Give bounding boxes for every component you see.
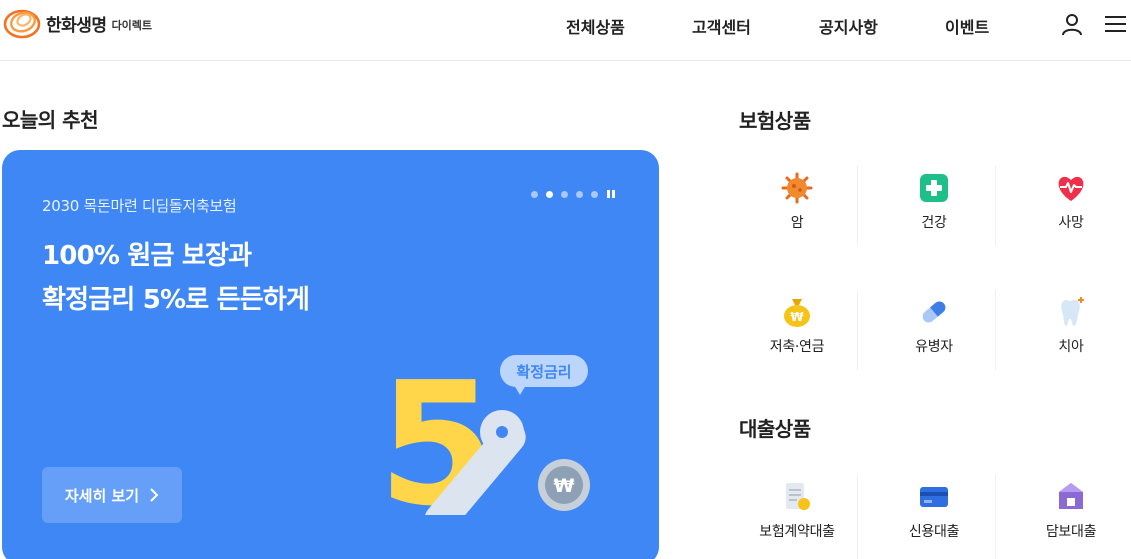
carousel-dot[interactable]: [561, 190, 568, 198]
loan-credit[interactable]: 신용대출: [872, 481, 996, 541]
document-coin-icon: [786, 483, 810, 510]
product-label: 유병자: [915, 339, 953, 355]
carousel-dot[interactable]: [591, 190, 598, 198]
promo-5-percent-illustration: 확정금리 5 ₩: [382, 346, 590, 515]
product-savings-pension[interactable]: ₩ 저축·연금: [735, 296, 859, 356]
house-icon: [1059, 483, 1083, 509]
chevron-right-icon: [150, 488, 159, 502]
loan-collateral[interactable]: 담보대출: [1009, 481, 1131, 541]
nav-customer-center[interactable]: 고객센터: [692, 14, 751, 38]
product-label: 신용대출: [908, 524, 960, 540]
product-label: 담보대출: [1045, 524, 1097, 540]
view-details-label: 자세히 보기: [64, 486, 140, 505]
product-label: 사망: [1058, 215, 1084, 231]
brand-logo[interactable]: 한화생명 다이렉트: [2, 5, 152, 41]
product-cancer[interactable]: 암: [735, 172, 859, 232]
rate-bubble-label: 확정금리: [516, 363, 571, 381]
hanwha-logo-icon: [3, 9, 41, 39]
product-label: 보험계약대출: [759, 524, 835, 540]
money-bag-icon: ₩: [784, 299, 810, 327]
view-details-button[interactable]: 자세히 보기: [42, 467, 182, 523]
logo-name: 한화생명: [46, 15, 107, 36]
product-health[interactable]: 건강: [872, 172, 996, 232]
insurance-title: 보험상품: [739, 109, 811, 133]
logo-subtitle: 다이렉트: [111, 19, 153, 32]
product-dental[interactable]: 치아: [1009, 296, 1131, 356]
product-label: 치아: [1058, 339, 1084, 355]
user-icon[interactable]: [1060, 12, 1084, 36]
svg-text:₩: ₩: [790, 310, 804, 324]
recommend-title: 오늘의 추천: [2, 108, 98, 132]
product-label: 건강: [921, 215, 947, 231]
banner-subtitle: 2030 목돈마련 디딤돌저축보험: [42, 197, 237, 215]
promo-banner[interactable]: 2030 목돈마련 디딤돌저축보험 100% 원금 보장과 확정금리 5%로 든…: [2, 150, 659, 559]
banner-headline: 100% 원금 보장과 확정금리 5%로 든든하게: [42, 241, 310, 315]
carousel-dot[interactable]: [576, 190, 583, 198]
medical-cross-icon: [920, 174, 948, 202]
loan-title: 대출상품: [739, 417, 811, 441]
product-label: 저축·연금: [769, 339, 825, 355]
virus-icon: [781, 172, 813, 204]
product-preexisting[interactable]: 유병자: [872, 296, 996, 356]
product-label: 암: [790, 215, 804, 231]
pause-icon[interactable]: [607, 190, 615, 198]
nav-event[interactable]: 이벤트: [945, 14, 989, 38]
carousel-dot[interactable]: [531, 190, 538, 198]
heartbeat-icon: [1058, 176, 1084, 201]
loan-policy[interactable]: 보험계약대출: [735, 481, 859, 541]
nav-all-products[interactable]: 전체상품: [566, 14, 625, 38]
credit-card-icon: [920, 487, 948, 507]
tooth-icon: [1061, 297, 1084, 326]
carousel-dot-active[interactable]: [546, 190, 553, 198]
nav-notice[interactable]: 공지사항: [819, 14, 878, 38]
header: 한화생명 다이렉트 전체상품 고객센터 공지사항 이벤트: [0, 0, 1131, 61]
hamburger-menu-icon[interactable]: [1104, 12, 1128, 36]
won-coin-icon: ₩: [554, 475, 575, 497]
carousel-indicator: [531, 190, 615, 198]
product-death[interactable]: 사망: [1009, 172, 1131, 232]
pill-capsule-icon: [922, 301, 946, 323]
